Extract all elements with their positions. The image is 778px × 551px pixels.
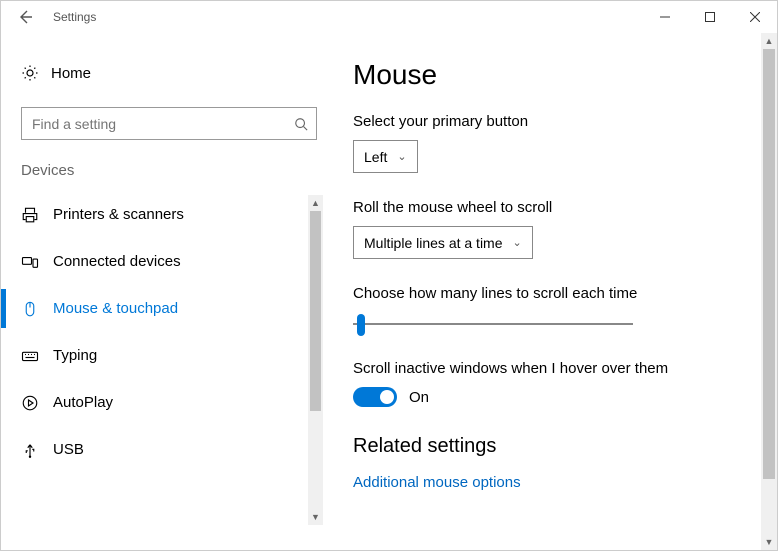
sidebar-item-label: USB [53,441,84,458]
sidebar-item-label: Typing [53,347,97,364]
sidebar-item-label: AutoPlay [53,394,113,411]
dropdown-value: Left [364,149,387,165]
toggle-knob [380,390,394,404]
inactive-scroll-label: Scroll inactive windows when I hover ove… [353,360,749,377]
slider-thumb[interactable] [357,314,365,336]
scroll-up-icon[interactable]: ▲ [761,33,777,49]
search-field[interactable] [30,115,294,133]
sidebar-item-label: Mouse & touchpad [53,300,178,317]
primary-button-dropdown[interactable]: Left ⌄ [353,140,418,173]
window-controls [642,1,777,33]
inactive-scroll-toggle[interactable] [353,387,397,407]
scrollbar-thumb[interactable] [763,49,775,479]
home-button[interactable]: Home [21,53,319,93]
gear-icon [21,64,51,82]
sidebar-scrollbar[interactable]: ▲ ▼ [308,195,323,525]
usb-icon [21,441,53,459]
dropdown-value: Multiple lines at a time [364,235,503,251]
sidebar: Home Devices Printers & scanners Connect… [1,33,331,550]
printer-icon [21,206,53,224]
lines-slider[interactable] [353,312,633,336]
sidebar-item-connected[interactable]: Connected devices [21,238,319,285]
connected-devices-icon [21,253,53,271]
minimize-button[interactable] [642,1,687,33]
page-title: Mouse [353,59,749,91]
sidebar-item-mouse[interactable]: Mouse & touchpad [21,285,319,332]
chevron-down-icon: ⌄ [513,236,522,249]
window-title: Settings [53,10,96,24]
scroll-down-icon[interactable]: ▼ [761,534,777,550]
sidebar-item-label: Printers & scanners [53,206,184,223]
sidebar-item-label: Connected devices [53,253,181,270]
additional-mouse-options-link[interactable]: Additional mouse options [353,474,749,491]
home-label: Home [51,65,91,82]
section-label: Devices [21,162,319,179]
back-arrow-icon [17,9,33,25]
mouse-icon [21,300,53,318]
maximize-button[interactable] [687,1,732,33]
back-button[interactable] [9,1,41,33]
chevron-down-icon: ⌄ [397,150,406,163]
sidebar-item-usb[interactable]: USB [21,426,319,473]
search-icon [294,117,308,131]
main-scrollbar[interactable]: ▲ ▼ [761,33,777,550]
wheel-scroll-dropdown[interactable]: Multiple lines at a time ⌄ [353,226,533,259]
scroll-down-icon[interactable]: ▼ [308,509,323,525]
sidebar-item-typing[interactable]: Typing [21,332,319,379]
primary-button-label: Select your primary button [353,113,749,130]
close-button[interactable] [732,1,777,33]
wheel-scroll-label: Roll the mouse wheel to scroll [353,199,749,216]
keyboard-icon [21,347,53,365]
scroll-up-icon[interactable]: ▲ [308,195,323,211]
search-input[interactable] [21,107,317,140]
sidebar-item-printers[interactable]: Printers & scanners [21,191,319,238]
scrollbar-thumb[interactable] [310,211,321,411]
slider-track [353,323,633,325]
lines-slider-label: Choose how many lines to scroll each tim… [353,285,749,302]
autoplay-icon [21,394,53,412]
main-pane: Mouse Select your primary button Left ⌄ … [331,33,777,550]
toggle-state: On [409,389,429,406]
sidebar-item-autoplay[interactable]: AutoPlay [21,379,319,426]
related-heading: Related settings [353,435,749,458]
